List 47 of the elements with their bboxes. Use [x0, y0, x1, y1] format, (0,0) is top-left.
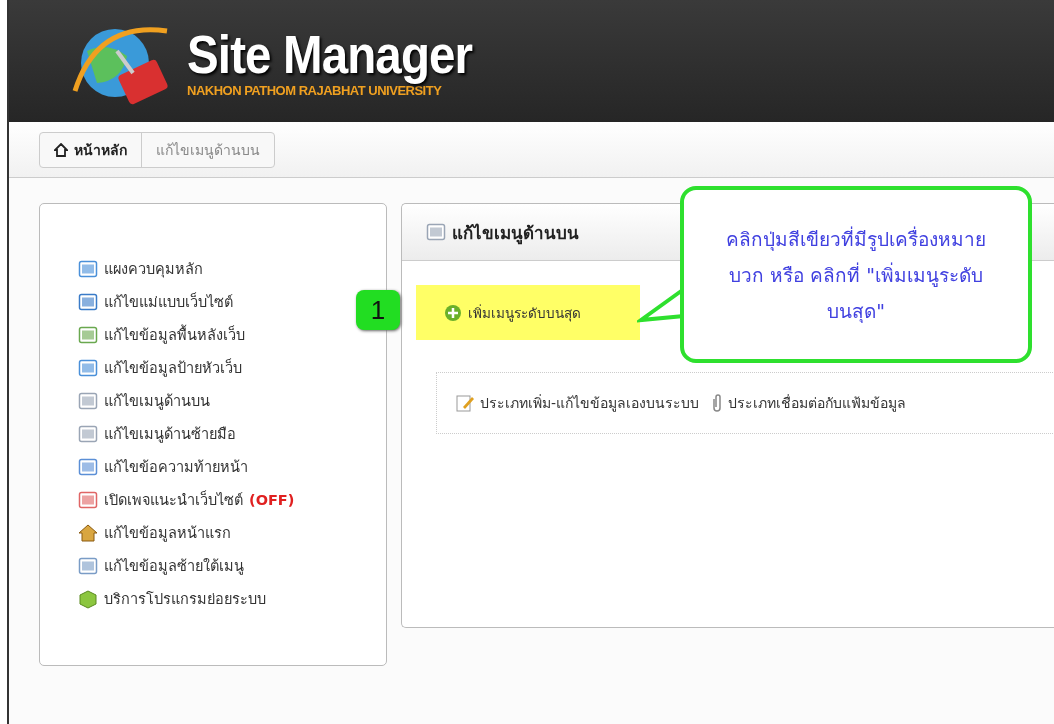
paperclip-icon	[711, 393, 724, 413]
sidebar-item[interactable]: แก้ไขข้อความท้ายหน้า	[78, 454, 248, 479]
menu-type-link[interactable]: ประเภทเพิ่ม-แก้ไขข้อมูลเองบนระบบ	[455, 392, 700, 414]
window-icon	[78, 258, 98, 279]
window-icon	[78, 291, 98, 312]
callout-text: คลิกปุ่มสีเขียวที่มีรูปเครื่องหมายบวก หรือ คลิกที่ "เพิ่มเมนูระดับบนสุด"	[680, 186, 1032, 363]
window-icon	[78, 555, 98, 576]
sidebar-label: เปิดเพจแนะนำเว็บไซต์	[104, 489, 243, 510]
breadcrumb-link[interactable]: หน้าหลัก	[40, 132, 142, 167]
sidebar-label: บริการโปรแกรมย่อยระบบ	[104, 590, 266, 609]
sidebar-label: แก้ไขข้อมูลหน้าแรก	[104, 524, 231, 544]
sidebar-item[interactable]: แก้ไขข้อมูลพื้นหลังเว็บ	[78, 322, 245, 347]
sidebar-item[interactable]: แก้ไขข้อมูลซ้ายใต้เมนู	[78, 553, 244, 578]
sidebar-label: แผงควบคุมหลัก	[104, 260, 203, 280]
sidebar-label: แก้ไขข้อมูลพื้นหลังเว็บ	[104, 323, 245, 346]
sidebar-item[interactable]: บริการโปรแกรมย่อยระบบ	[78, 586, 266, 611]
breadcrumb-link[interactable]: แก้ไขเมนูด้านบน	[142, 132, 274, 167]
sidebar-item[interactable]: เปิดเพจแนะนำเว็บไซต์ (OFF)	[78, 487, 295, 512]
sidebar-label: แก้ไขเมนูด้านบน	[104, 392, 210, 412]
sidebar-item[interactable]: แผงควบคุมหลัก	[78, 256, 203, 281]
sidebar-item[interactable]: แก้ไขเมนูด้านบน	[78, 388, 210, 413]
sidebar-label: แก้ไขเมนูด้านซ้ายมือ	[104, 425, 236, 445]
window-icon	[78, 456, 98, 477]
window-icon	[426, 222, 446, 242]
panel-title: แก้ไขเมนูด้านบน	[452, 221, 579, 246]
sidebar-item[interactable]: แก้ไขแม่แบบเว็บไซต์	[78, 289, 233, 314]
sidebar-label: แก้ไขข้อมูลซ้ายใต้เมนู	[104, 557, 244, 577]
status-label: (OFF)	[249, 491, 295, 508]
sidebar-item[interactable]: แก้ไขข้อมูลป้ายหัวเว็บ	[78, 355, 242, 380]
house-icon	[78, 522, 98, 543]
pencil-icon	[455, 393, 475, 413]
step-badge: 1	[356, 290, 400, 330]
add-top-menu-button[interactable]: เพิ่มเมนูระดับบนสุด	[416, 285, 640, 340]
sidebar-item[interactable]: แก้ไขข้อมูลหน้าแรก	[78, 520, 231, 545]
window-icon	[78, 357, 98, 378]
sidebar-label: แก้ไขข้อความท้ายหน้า	[104, 458, 248, 477]
sidebar-label: แก้ไขแม่แบบเว็บไซต์	[104, 291, 233, 312]
sidebar-item[interactable]: แก้ไขเมนูด้านซ้ายมือ	[78, 421, 236, 446]
window-icon	[78, 324, 98, 345]
window-icon	[78, 423, 98, 444]
site-title: Site Manager	[187, 24, 473, 83]
menu-type-link[interactable]: ประเภทเชื่อมต่อกับแฟ้มข้อมูล	[711, 392, 907, 414]
window-icon	[78, 489, 98, 510]
window-icon	[78, 390, 98, 411]
sidebar-label: แก้ไขข้อมูลป้ายหัวเว็บ	[104, 357, 242, 379]
home-icon	[54, 142, 68, 157]
plus-icon	[444, 303, 462, 322]
